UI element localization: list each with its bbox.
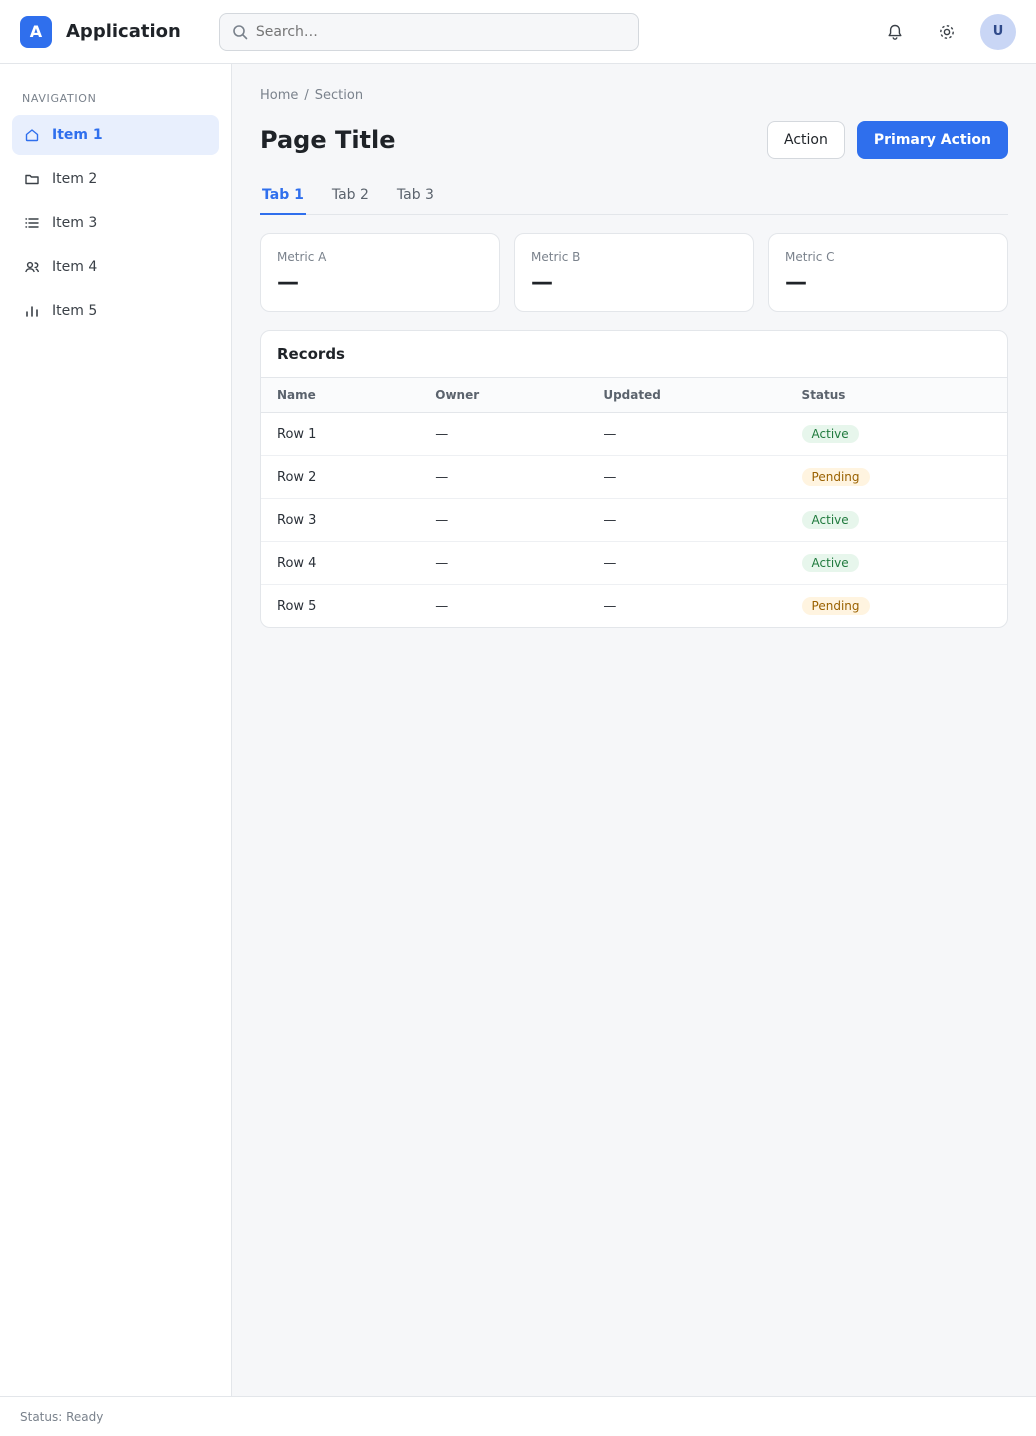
table-row[interactable]: Row 1 — — Active: [261, 412, 1007, 456]
table-cell: Row 2: [261, 455, 420, 499]
chart-icon: [26, 306, 38, 317]
app-title: Application: [66, 21, 181, 42]
breadcrumb-item[interactable]: Home: [260, 88, 298, 103]
summary-card: Metric B —: [514, 233, 754, 312]
table-cell: Row 3: [261, 498, 420, 542]
breadcrumb-separator: /: [304, 88, 309, 103]
sidebar-item-label: Item 1: [52, 127, 103, 143]
search-box[interactable]: [218, 12, 639, 51]
table-cell: —: [587, 412, 786, 456]
table-cell: —: [603, 598, 617, 614]
main-content: Home / Section Page Title Action Primary…: [232, 64, 1036, 1396]
user-avatar[interactable]: U: [980, 13, 1016, 50]
app-window: A Application U Navigation: [0, 0, 1036, 1436]
sidebar-item-4[interactable]: Item 4: [12, 247, 219, 287]
records-panel: Records Name Owner Updated Status Row 1: [260, 330, 1008, 628]
summary-cards: Metric A — Metric B — Metric C —: [260, 233, 1008, 312]
page-title: Page Title: [260, 126, 396, 154]
secondary-action-button[interactable]: Action: [767, 121, 845, 159]
status-badge: Active: [801, 425, 859, 443]
table-row[interactable]: Row 5 — — Pending: [261, 585, 1007, 628]
sidebar-item-2[interactable]: Item 2: [12, 159, 219, 199]
panel-title: Records: [277, 345, 345, 363]
sidebar: Navigation Item 1 Item 2 Item 3: [0, 64, 232, 1396]
table-cell: —: [587, 455, 786, 499]
summary-card: Metric C —: [768, 233, 1008, 312]
table-cell: —: [419, 498, 588, 542]
card-value: —: [277, 270, 299, 295]
list-icon: [25, 218, 39, 228]
tab-3[interactable]: Tab 3: [395, 177, 436, 215]
table-cell: Pending: [785, 455, 1007, 499]
tab-bar: Tab 1 Tab 2 Tab 3: [260, 177, 1008, 215]
records-table: Name Owner Updated Status Row 1 — — Acti…: [261, 378, 1007, 627]
gear-icon: [940, 24, 954, 39]
sidebar-item-5[interactable]: Item 5: [12, 291, 219, 331]
table-cell: Row 5: [277, 598, 317, 614]
sidebar-item-label: Item 3: [52, 215, 98, 231]
panel-header: Records: [261, 331, 1007, 378]
status-badge: Active: [801, 554, 859, 572]
tab-2[interactable]: Tab 2: [330, 177, 371, 215]
status-text: Status: Ready: [20, 1409, 104, 1424]
table-row[interactable]: Row 4 — — Active: [261, 541, 1007, 585]
settings-button[interactable]: [928, 13, 966, 51]
table-cell: Row 1: [261, 412, 420, 456]
card-label: Metric A: [277, 250, 327, 264]
table-cell: —: [435, 598, 449, 614]
sidebar-item-label: Item 2: [52, 171, 98, 187]
app-body: Navigation Item 1 Item 2 Item 3: [0, 64, 1036, 1396]
card-label: Metric C: [785, 250, 835, 264]
app-logo: A: [20, 15, 52, 48]
search-input[interactable]: [255, 23, 626, 40]
table-cell: —: [419, 412, 588, 456]
breadcrumb: Home / Section: [260, 88, 1008, 103]
tab-1[interactable]: Tab 1: [260, 177, 306, 215]
breadcrumb-item: Section: [314, 88, 364, 103]
table-header-row: Name Owner Updated Status: [261, 378, 1007, 413]
home-icon: [25, 129, 39, 142]
column-header[interactable]: Owner: [419, 378, 588, 413]
column-header[interactable]: Status: [785, 378, 1007, 413]
table-cell: —: [587, 541, 786, 585]
column-header[interactable]: Updated: [587, 378, 786, 413]
table-row[interactable]: Row 2 — — Pending: [261, 455, 1007, 499]
bell-icon: [888, 24, 902, 40]
users-icon: [25, 261, 40, 273]
folder-icon: [25, 174, 39, 185]
table-cell: Active: [785, 412, 1007, 456]
sidebar-section-label: Navigation: [22, 92, 97, 105]
table-row[interactable]: Row 3 — — Active: [261, 498, 1007, 542]
sidebar-item-label: Item 5: [52, 303, 98, 319]
primary-action-button[interactable]: Primary Action: [856, 121, 1008, 159]
status-badge: Pending: [801, 468, 870, 486]
table-cell: —: [587, 498, 786, 542]
table-cell: Row 4: [261, 541, 420, 585]
card-label: Metric B: [531, 250, 581, 264]
sidebar-item-label: Item 4: [52, 259, 98, 275]
card-value: —: [785, 270, 807, 295]
sidebar-item-1[interactable]: Item 1: [12, 115, 219, 155]
top-bar: A Application U: [0, 0, 1036, 64]
status-badge: Pending: [801, 597, 870, 615]
notifications-button[interactable]: [876, 13, 914, 51]
title-row: Page Title Action Primary Action: [260, 121, 1008, 159]
table-cell: —: [419, 455, 588, 499]
card-value: —: [531, 270, 553, 295]
summary-card: Metric A —: [260, 233, 500, 312]
table-cell: —: [419, 541, 588, 585]
table-cell: Active: [785, 498, 1007, 542]
column-header[interactable]: Name: [261, 378, 420, 413]
table-cell: Active: [785, 541, 1007, 585]
sidebar-item-3[interactable]: Item 3: [12, 203, 219, 243]
status-bar: Status: Ready: [0, 1396, 1036, 1436]
status-badge: Active: [801, 511, 859, 529]
table-cell: Pending: [786, 585, 1007, 628]
search-icon: [233, 24, 248, 39]
